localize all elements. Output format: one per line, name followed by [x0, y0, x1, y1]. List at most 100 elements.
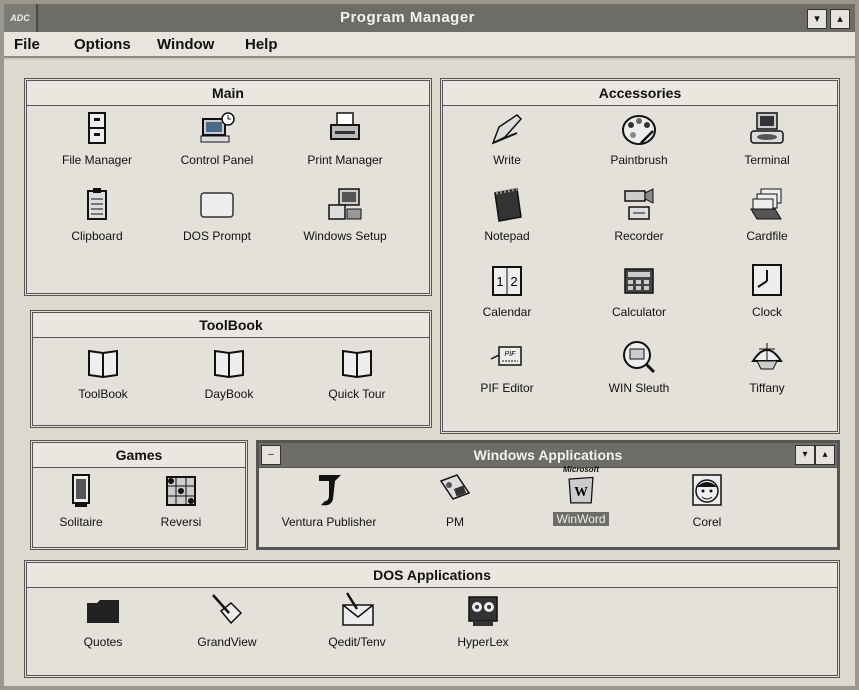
- calendar-icon: 1 2: [492, 266, 522, 296]
- group-accessories-title[interactable]: Accessories: [443, 81, 837, 106]
- reversi-board-icon: [166, 476, 196, 506]
- icon-notepad[interactable]: Notepad: [447, 185, 567, 243]
- book-icon: [214, 349, 244, 379]
- icon-calculator[interactable]: Calculator: [579, 261, 699, 319]
- card-icon: [72, 474, 90, 507]
- icon-toolbook[interactable]: ToolBook: [43, 343, 163, 401]
- icon-cardfile[interactable]: Cardfile: [707, 185, 827, 243]
- icon-corel[interactable]: Corel: [647, 471, 767, 529]
- label-pif-editor: PIF Editor: [480, 381, 534, 395]
- label-dos-prompt: DOS Prompt: [182, 229, 251, 243]
- corel-icon: [692, 474, 722, 506]
- label-calculator: Calculator: [611, 305, 667, 319]
- label-paintbrush: Paintbrush: [610, 153, 668, 167]
- label-cardfile: Cardfile: [746, 229, 788, 243]
- icon-grandview[interactable]: GrandView: [167, 591, 287, 649]
- clock-icon: [752, 264, 782, 296]
- clipboard-icon: [87, 188, 107, 220]
- group-dos-applications[interactable]: DOS Applications Quotes GrandView Qedit/…: [24, 560, 840, 678]
- menu-options[interactable]: Options: [74, 36, 131, 53]
- group-minimize-button[interactable]: ▾: [795, 445, 815, 465]
- icon-terminal[interactable]: Terminal: [707, 109, 827, 167]
- label-quick-tour: Quick Tour: [328, 387, 386, 401]
- label-terminal: Terminal: [744, 153, 790, 167]
- icon-control-panel[interactable]: Control Panel: [157, 109, 277, 167]
- icon-reversi[interactable]: Reversi: [121, 471, 241, 529]
- icon-write[interactable]: Write: [447, 109, 567, 167]
- pif-editor-icon: PIF: [490, 346, 522, 366]
- icon-tiffany[interactable]: Tiffany: [707, 337, 827, 395]
- menu-help[interactable]: Help: [245, 36, 278, 53]
- icon-quick-tour[interactable]: Quick Tour: [297, 343, 417, 401]
- write-pen-icon: [491, 114, 523, 145]
- windows-setup-icon: [328, 188, 362, 220]
- calculator-icon: [624, 268, 654, 294]
- microsoft-badge: Microsoft: [563, 465, 599, 474]
- label-print-manager: Print Manager: [307, 153, 383, 167]
- group-games[interactable]: Games Solitaire Reversi: [30, 440, 248, 550]
- svg-text:PIF: PIF: [505, 351, 517, 358]
- label-clipboard: Clipboard: [71, 229, 123, 243]
- icon-pif-editor[interactable]: PIF PIF Editor: [447, 337, 567, 395]
- icon-clipboard[interactable]: Clipboard: [37, 185, 157, 243]
- system-menu-icon[interactable]: ADC: [4, 4, 38, 32]
- group-games-title[interactable]: Games: [33, 443, 245, 468]
- group-accessories[interactable]: Accessories Write Paintbrush Terminal No…: [440, 78, 840, 434]
- menu-bar: File Options Window Help: [4, 32, 855, 58]
- menu-window[interactable]: Window: [157, 36, 214, 53]
- control-panel-icon: [200, 112, 235, 143]
- label-tiffany: Tiffany: [749, 381, 785, 395]
- icon-win-sleuth[interactable]: WIN Sleuth: [579, 337, 699, 395]
- icon-windows-setup[interactable]: Windows Setup: [285, 185, 405, 243]
- label-file-manager: File Manager: [61, 153, 133, 167]
- icon-paintbrush[interactable]: Paintbrush: [579, 109, 699, 167]
- group-toolbook[interactable]: ToolBook ToolBook DayBook Quick Tour: [30, 310, 432, 428]
- label-ventura-publisher: Ventura Publisher: [281, 515, 377, 529]
- svg-text:W: W: [574, 484, 588, 499]
- icon-daybook[interactable]: DayBook: [169, 343, 289, 401]
- group-main[interactable]: Main File Manager Control Panel Print Ma…: [24, 78, 432, 296]
- book-icon: [88, 349, 118, 379]
- paint-palette-icon: [622, 115, 656, 145]
- recorder-camera-icon: [624, 188, 654, 220]
- label-quotes: Quotes: [83, 635, 123, 649]
- group-windows-applications[interactable]: Windows Applications – ▾ ▴ Ventura Publi…: [256, 440, 840, 550]
- icon-hyperlex[interactable]: HyperLex: [423, 591, 543, 649]
- icon-winword[interactable]: Microsoft W WinWord: [521, 465, 641, 528]
- icon-recorder[interactable]: Recorder: [579, 185, 699, 243]
- icon-clock[interactable]: Clock: [707, 261, 827, 319]
- icon-pm[interactable]: PM: [395, 471, 515, 529]
- label-recorder: Recorder: [614, 229, 664, 243]
- icon-print-manager[interactable]: Print Manager: [285, 109, 405, 167]
- label-write: Write: [493, 153, 521, 167]
- menu-file[interactable]: File: [14, 36, 40, 53]
- label-reversi: Reversi: [160, 515, 202, 529]
- label-toolbook: ToolBook: [78, 387, 128, 401]
- icon-quotes[interactable]: Quotes: [43, 591, 163, 649]
- dos-prompt-icon: [200, 192, 234, 218]
- group-maximize-button[interactable]: ▴: [815, 445, 835, 465]
- icon-calendar[interactable]: 1 2 Calendar: [447, 261, 567, 319]
- label-clock: Clock: [751, 305, 782, 319]
- group-toolbook-title[interactable]: ToolBook: [33, 313, 429, 338]
- group-main-title[interactable]: Main: [27, 81, 429, 106]
- label-grandview: GrandView: [197, 635, 257, 649]
- group-dos-applications-title[interactable]: DOS Applications: [27, 563, 837, 588]
- maximize-button[interactable]: ▴: [830, 9, 850, 29]
- folder-icon: [87, 600, 119, 623]
- icon-dos-prompt[interactable]: DOS Prompt: [157, 185, 277, 243]
- label-notepad: Notepad: [484, 229, 530, 243]
- minimize-button[interactable]: ▾: [807, 9, 827, 29]
- label-pm: PM: [446, 515, 464, 529]
- icon-ventura-publisher[interactable]: Ventura Publisher: [269, 471, 389, 529]
- envelope-icon: [342, 592, 374, 626]
- icon-qedit-tenv[interactable]: Qedit/Tenv: [297, 591, 417, 649]
- window-title: Program Manager: [339, 9, 476, 26]
- winword-icon: W: [568, 476, 594, 504]
- pm-icon: [439, 474, 471, 500]
- group-control-menu-button[interactable]: –: [261, 445, 281, 465]
- file-cabinet-icon: [88, 112, 106, 144]
- label-calendar: Calendar: [482, 305, 532, 319]
- icon-file-manager[interactable]: File Manager: [37, 109, 157, 167]
- label-windows-setup: Windows Setup: [303, 229, 387, 243]
